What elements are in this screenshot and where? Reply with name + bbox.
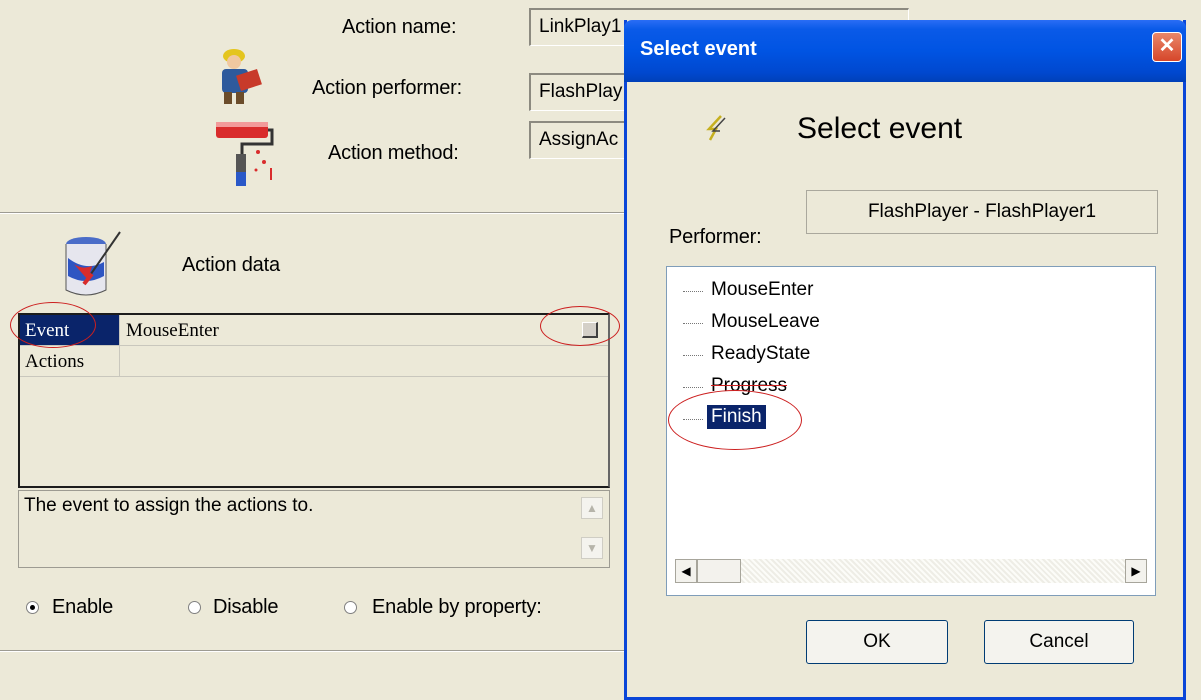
scroll-down-icon[interactable]: ▼	[581, 537, 603, 559]
dialog-titlebar: Select event ✕	[624, 20, 1186, 82]
scroll-thumb[interactable]	[697, 559, 741, 583]
highlight-circle-event	[10, 302, 96, 348]
dialog-title: Select event	[640, 38, 757, 60]
grid-cell-value[interactable]: MouseEnter	[121, 315, 581, 345]
highlight-circle-ellipsis	[540, 306, 620, 346]
action-method-label: Action method:	[328, 142, 459, 164]
dialog-heading: Select event	[797, 112, 963, 145]
grid-cell-name: Actions	[20, 346, 120, 376]
grid-row-event[interactable]: Event MouseEnter	[20, 315, 608, 346]
action-performer-label: Action performer:	[312, 77, 462, 99]
radio-enable[interactable]	[26, 601, 39, 614]
bottom-divider	[0, 650, 630, 652]
grid-cell-value[interactable]	[121, 346, 581, 376]
tree-item-mouseleave[interactable]: MouseLeave	[711, 311, 820, 333]
paint-bucket-icon	[65, 231, 121, 296]
performer-field: FlashPlayer - FlashPlayer1	[806, 190, 1158, 234]
radio-enable-label: Enable	[52, 596, 114, 618]
property-grid: Event MouseEnter Actions	[18, 313, 610, 488]
radio-disable-label: Disable	[213, 596, 279, 618]
tree-item-mouseenter[interactable]: MouseEnter	[711, 279, 813, 301]
description-text: The event to assign the actions to.	[24, 495, 314, 516]
tree-item-readystate[interactable]: ReadyState	[711, 343, 810, 365]
radio-disable[interactable]	[188, 601, 201, 614]
grid-row-actions[interactable]: Actions	[20, 346, 608, 377]
cancel-button[interactable]: Cancel	[984, 620, 1134, 664]
scroll-up-icon[interactable]: ▲	[581, 497, 603, 519]
close-icon[interactable]: ✕	[1152, 32, 1182, 62]
action-data-label: Action data	[182, 254, 280, 276]
worker-icon	[222, 49, 262, 104]
scroll-left-icon[interactable]: ◀	[675, 559, 697, 583]
performer-label: Performer:	[669, 226, 762, 248]
highlight-circle-finish	[668, 390, 802, 450]
action-name-label: Action name:	[342, 16, 457, 38]
description-box: The event to assign the actions to. ▲ ▼	[18, 490, 610, 568]
ok-button[interactable]: OK	[806, 620, 948, 664]
lightning-icon	[706, 115, 726, 141]
section-divider	[0, 212, 630, 214]
paint-roller-icon	[216, 122, 274, 186]
horizontal-scrollbar[interactable]: ◀ ▶	[675, 559, 1147, 583]
radio-enable-by-property-label: Enable by property:	[372, 596, 542, 618]
scroll-right-icon[interactable]: ▶	[1125, 559, 1147, 583]
radio-enable-by-property[interactable]	[344, 601, 357, 614]
